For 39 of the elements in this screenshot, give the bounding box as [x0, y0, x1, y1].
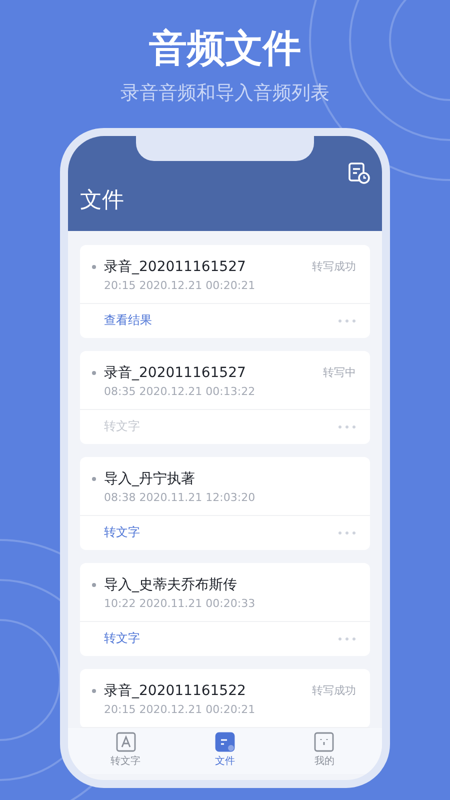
nav-tab[interactable]: 文件 [194, 732, 255, 774]
file-card[interactable]: 导入_丹宁执著 08:38 2020.11.21 12:03:20 转文字 [80, 457, 370, 550]
nav-tab[interactable]: 转文字 [96, 732, 156, 774]
file-meta: 08:38 2020.11.21 12:03:20 [104, 490, 256, 506]
more-icon[interactable] [338, 424, 356, 428]
file-card[interactable]: 录音_202011161522 20:15 2020.12.21 00:20:21 转写成功 [80, 669, 370, 728]
file-meta: 10:22 2020.11.21 00:20:33 [104, 596, 256, 612]
more-icon[interactable] [338, 318, 356, 322]
file-meta: 20:15 2020.12.21 00:20:21 [104, 278, 256, 294]
bullet-icon [92, 265, 96, 269]
bullet-icon [92, 583, 96, 587]
nav-tab[interactable]: 我的 [294, 732, 354, 774]
document-icon [214, 732, 235, 752]
file-status: 转写成功 [312, 259, 356, 275]
action-link[interactable]: 转文字 [104, 630, 140, 647]
subtitle: 录音音频和导入音频列表 [120, 81, 330, 106]
headline: 音频文件 [149, 25, 301, 72]
more-icon[interactable] [338, 530, 356, 534]
file-meta: 20:15 2020.12.21 00:20:21 [104, 702, 256, 718]
file-card[interactable]: 录音_202011161527 20:15 2020.12.21 00:20:21 转写成功 查看结果 [80, 245, 370, 338]
file-status: 转写成功 [312, 683, 356, 699]
file-card[interactable]: 导入_史蒂夫乔布斯传 10:22 2020.11.21 00:20:33 转文字 [80, 563, 370, 656]
action-link[interactable]: 查看结果 [104, 312, 152, 329]
bullet-icon [92, 689, 96, 693]
file-name: 录音_202011161527 [104, 364, 247, 383]
file-meta: 08:35 2020.12.21 00:13:22 [104, 384, 256, 400]
more-icon[interactable] [338, 636, 356, 640]
file-name: 导入_丹宁执著 [104, 470, 196, 489]
bullet-icon [92, 371, 96, 375]
letter-box-icon [116, 732, 136, 752]
screen-title: 文件 [80, 187, 124, 215]
face-box-icon [314, 732, 334, 752]
file-status: 转写中 [323, 365, 356, 381]
file-clock-icon[interactable] [348, 162, 370, 184]
file-name: 录音_202011161527 [104, 258, 247, 277]
action-link[interactable]: 转文字 [104, 524, 140, 541]
bullet-icon [92, 477, 96, 481]
file-name: 导入_史蒂夫乔布斯传 [104, 576, 238, 595]
file-name: 录音_202011161522 [104, 682, 247, 701]
